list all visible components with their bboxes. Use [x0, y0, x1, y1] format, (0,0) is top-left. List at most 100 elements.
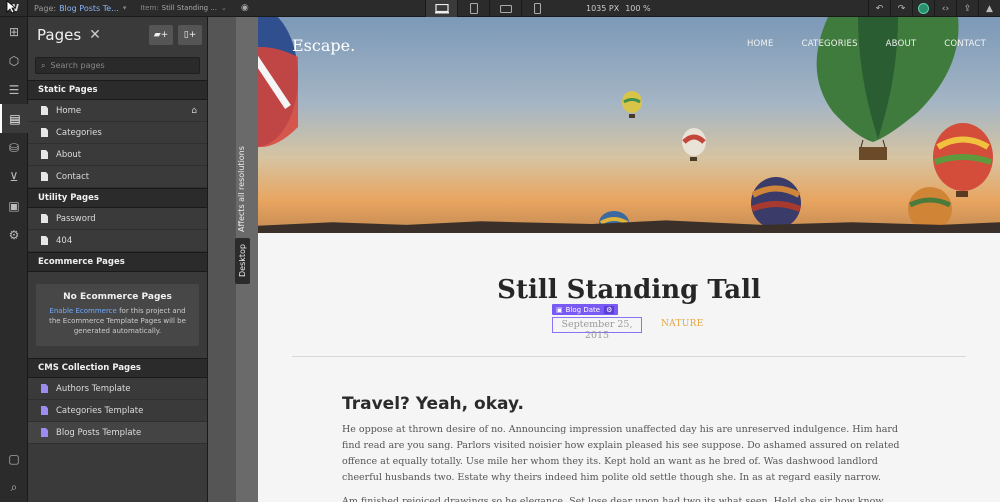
home-icon: ⌂: [191, 105, 197, 116]
design-canvas[interactable]: Escape. HOME CATEGORIES ABOUT CONTACT St…: [258, 17, 1000, 502]
undo-icon[interactable]: ↶: [868, 0, 890, 17]
assets-icon[interactable]: ▣: [0, 191, 28, 220]
page-item-authors-template[interactable]: Authors Template: [28, 378, 207, 400]
sync-status-icon[interactable]: [912, 0, 934, 17]
page-item-label: Categories: [56, 127, 102, 138]
hero-image[interactable]: Escape. HOME CATEGORIES ABOUT CONTACT: [258, 17, 1000, 233]
post-date[interactable]: September 25, 2015: [552, 319, 642, 341]
right-tools: ↶ ↷ ‹› ⇪ ▲: [868, 0, 1000, 17]
search-pages-box[interactable]: ⌕: [35, 57, 200, 74]
page-item-home[interactable]: Home ⌂: [28, 100, 207, 122]
page-item-label: About: [56, 149, 82, 160]
site-nav: HOME CATEGORIES ABOUT CONTACT: [719, 39, 986, 49]
search-icon[interactable]: ⌕: [0, 473, 28, 502]
template-page-icon: [41, 384, 48, 393]
pages-panel: Pages ✕ ▰+ ▯+ ⌕ Static Pages Home ⌂ Categ…: [28, 17, 208, 502]
nav-link-about[interactable]: ABOUT: [886, 39, 917, 49]
page-item-categories[interactable]: Categories: [28, 122, 207, 144]
mobile-portrait-icon[interactable]: [521, 0, 553, 17]
item-label: Item:: [140, 4, 159, 12]
item-selector[interactable]: Still Standing ...: [162, 4, 217, 12]
nav-link-categories[interactable]: CATEGORIES: [802, 39, 858, 49]
pages-icon[interactable]: ▤: [0, 104, 28, 133]
left-icon-rail: ⊞ ⬡ ☰ ▤ ⛁ ⊻ ▣ ⚙ ▢ ⌕: [0, 17, 28, 502]
page-item-about[interactable]: About: [28, 144, 207, 166]
page-item-label: 404: [56, 235, 73, 246]
page-label: Page:: [34, 3, 57, 13]
body-paragraph[interactable]: He oppose at thrown desire of no. Announ…: [342, 422, 912, 486]
top-toolbar: W Page: Blog Posts Te... ▾ Item: Still S…: [0, 0, 1000, 17]
enable-ecommerce-link[interactable]: Enable Ecommerce: [49, 307, 116, 315]
symbols-icon[interactable]: ⬡: [0, 46, 28, 75]
page-item-label: Authors Template: [56, 383, 131, 394]
page-item-label: Home: [56, 105, 82, 116]
designer-app: W Page: Blog Posts Te... ▾ Item: Still S…: [0, 0, 1000, 502]
page-selector[interactable]: Blog Posts Te...: [59, 4, 119, 13]
breakpoint-switcher: [425, 0, 553, 17]
close-icon[interactable]: ✕: [89, 27, 101, 43]
post-title[interactable]: Still Standing Tall: [258, 275, 1000, 305]
canvas-zoom: 100 %: [625, 4, 651, 13]
page-item-contact[interactable]: Contact: [28, 166, 207, 188]
cms-binding-icon: ▣: [556, 305, 563, 314]
affects-all-resolutions-label: Affects all resolutions: [237, 146, 246, 232]
audit-icon[interactable]: ▢: [0, 444, 28, 473]
page-item-password[interactable]: Password: [28, 208, 207, 230]
blog-date-element-tag[interactable]: ▣ Blog Date ⚙: [552, 304, 619, 315]
tablet-icon[interactable]: [457, 0, 489, 17]
export-icon[interactable]: ⇪: [956, 0, 978, 17]
page-item-label: Blog Posts Template: [56, 427, 142, 438]
post-category[interactable]: NATURE: [661, 319, 704, 329]
redo-icon[interactable]: ↷: [890, 0, 912, 17]
add-panel-icon[interactable]: ⊞: [0, 17, 28, 46]
body-paragraph[interactable]: Am finished rejoiced drawings so he eleg…: [342, 494, 912, 502]
page-item-categories-template[interactable]: Categories Template: [28, 400, 207, 422]
add-page-button[interactable]: ▯+: [178, 25, 202, 45]
balloons-illustration: [258, 17, 993, 233]
page-item-label: Contact: [56, 171, 90, 182]
cms-icon[interactable]: ⛁: [0, 133, 28, 162]
notice-text: Enable Ecommerce for this project and th…: [36, 306, 199, 336]
page-icon: [41, 236, 48, 245]
page-item-label: Categories Template: [56, 405, 144, 416]
preview-eye-icon[interactable]: ◉: [241, 3, 249, 13]
chevron-down-icon[interactable]: ⌄: [221, 4, 227, 12]
template-page-icon: [41, 428, 48, 437]
section-heading[interactable]: Travel? Yeah, okay.: [342, 394, 524, 414]
breakpoint-label[interactable]: Desktop: [235, 238, 250, 284]
canvas-size-readout: 1035 PX 100 %: [586, 0, 651, 17]
notice-heading: No Ecommerce Pages: [63, 292, 172, 302]
pages-panel-header: Pages ✕ ▰+ ▯+: [28, 17, 207, 53]
static-pages-header: Static Pages: [28, 80, 207, 100]
search-icon: ⌕: [41, 60, 46, 70]
template-page-icon: [41, 406, 48, 415]
breakpoint-strip: Affects all resolutions Desktop: [208, 17, 258, 502]
code-icon[interactable]: ‹›: [934, 0, 956, 17]
page-icon: [41, 150, 48, 159]
element-tag-label: Blog Date: [565, 305, 601, 314]
search-pages-input[interactable]: [50, 61, 191, 70]
no-ecommerce-notice: No Ecommerce Pages Enable Ecommerce for …: [36, 284, 199, 346]
nav-link-contact[interactable]: CONTACT: [944, 39, 986, 49]
page-item-blog-posts-template[interactable]: Blog Posts Template: [28, 422, 207, 444]
add-folder-button[interactable]: ▰+: [149, 25, 173, 45]
cms-pages-header: CMS Collection Pages: [28, 358, 207, 378]
page-icon: [41, 128, 48, 137]
page-icon: [41, 172, 48, 181]
ecommerce-pages-header: Ecommerce Pages: [28, 252, 207, 272]
navigator-icon[interactable]: ☰: [0, 75, 28, 104]
utility-pages-header: Utility Pages: [28, 188, 207, 208]
content-divider: [292, 356, 966, 357]
panel-title: Pages: [37, 26, 82, 44]
chevron-down-icon[interactable]: ▾: [123, 4, 127, 12]
mobile-landscape-icon[interactable]: [489, 0, 521, 17]
site-brand[interactable]: Escape.: [292, 36, 355, 55]
settings-gear-icon[interactable]: ⚙: [0, 220, 28, 249]
gear-icon[interactable]: ⚙: [604, 305, 615, 314]
desktop-icon[interactable]: [425, 0, 457, 17]
nav-link-home[interactable]: HOME: [747, 39, 774, 49]
ecommerce-icon[interactable]: ⊻: [0, 162, 28, 191]
page-item-label: Password: [56, 213, 96, 224]
page-item-404[interactable]: 404: [28, 230, 207, 252]
publish-icon[interactable]: ▲: [978, 0, 1000, 17]
